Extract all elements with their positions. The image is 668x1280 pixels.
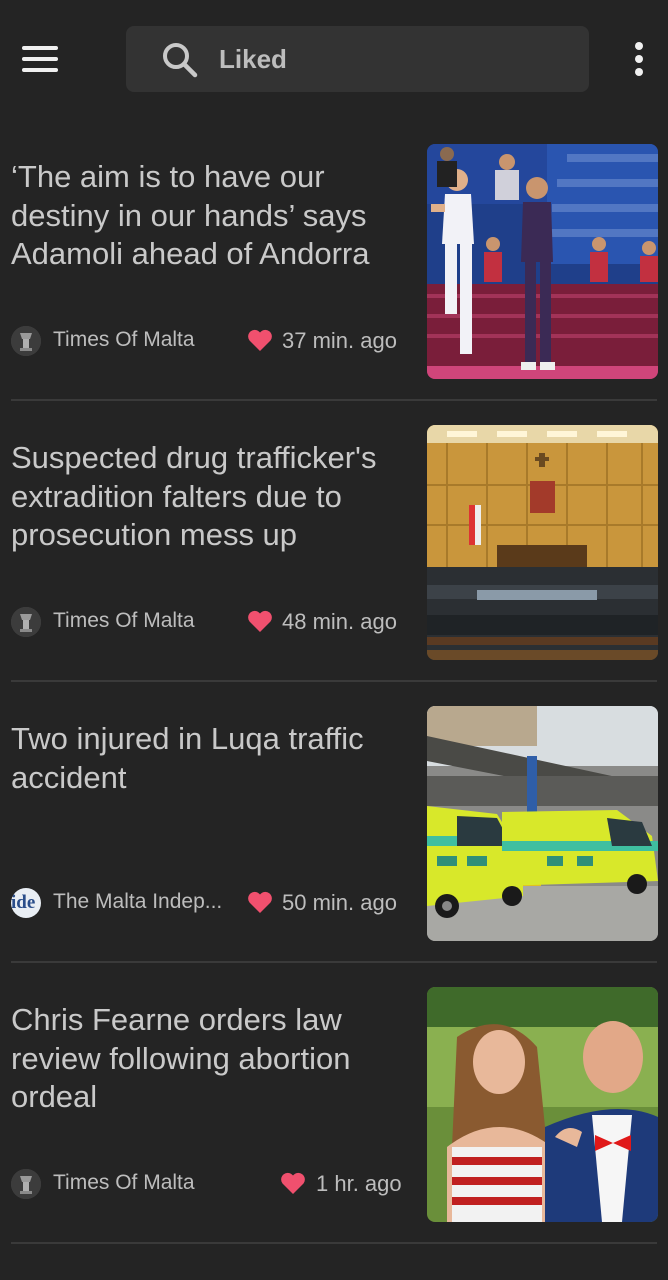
article-meta: ide The Malta Indep... 50 min. ago [11, 886, 407, 920]
source-name: Times Of Malta [53, 609, 195, 632]
article-card[interactable]: ‘The aim is to have our destiny in our h… [0, 120, 668, 401]
article-thumbnail[interactable] [427, 425, 658, 660]
article-card[interactable]: Chris Fearne orders law review following… [0, 963, 668, 1244]
hamburger-menu-icon[interactable] [22, 44, 60, 74]
source-logo-icon [11, 1169, 41, 1199]
article-headline[interactable]: Two injured in Luqa traffic accident [11, 720, 411, 797]
search-icon [163, 43, 198, 78]
heart-icon[interactable] [247, 609, 273, 633]
source-name: Times Of Malta [53, 328, 195, 351]
article-time: 37 min. ago [282, 328, 397, 353]
article-thumbnail[interactable] [427, 987, 658, 1222]
more-vertical-icon[interactable] [626, 40, 652, 80]
article-meta: Times Of Malta 37 min. ago [11, 324, 407, 358]
article-time: 48 min. ago [282, 609, 397, 634]
article-thumbnail[interactable] [427, 144, 658, 379]
heart-icon[interactable] [247, 890, 273, 914]
article-time: 50 min. ago [282, 890, 397, 915]
search-query-text: Liked [219, 44, 287, 74]
article-meta: Times Of Malta 1 hr. ago [11, 1167, 407, 1201]
source-logo-icon: ide [11, 888, 41, 918]
article-meta: Times Of Malta 48 min. ago [11, 605, 407, 639]
article-feed: ‘The aim is to have our destiny in our h… [0, 120, 668, 1244]
divider [11, 1242, 657, 1244]
article-card[interactable]: Suspected drug trafficker's extradition … [0, 401, 668, 682]
source-logo-icon [11, 326, 41, 356]
article-headline[interactable]: ‘The aim is to have our destiny in our h… [11, 158, 411, 274]
heart-icon[interactable] [280, 1171, 306, 1195]
search-bar[interactable]: Liked [126, 26, 589, 92]
source-name: Times Of Malta [53, 1171, 195, 1194]
article-thumbnail[interactable] [427, 706, 658, 941]
top-app-bar: Liked [0, 0, 668, 120]
article-headline[interactable]: Chris Fearne orders law review following… [11, 1001, 411, 1117]
source-name: The Malta Indep... [53, 890, 223, 913]
article-card[interactable]: Two injured in Luqa traffic accident ide… [0, 682, 668, 963]
article-time: 1 hr. ago [316, 1171, 402, 1196]
heart-icon[interactable] [247, 328, 273, 352]
article-headline[interactable]: Suspected drug trafficker's extradition … [11, 439, 411, 555]
source-logo-icon [11, 607, 41, 637]
